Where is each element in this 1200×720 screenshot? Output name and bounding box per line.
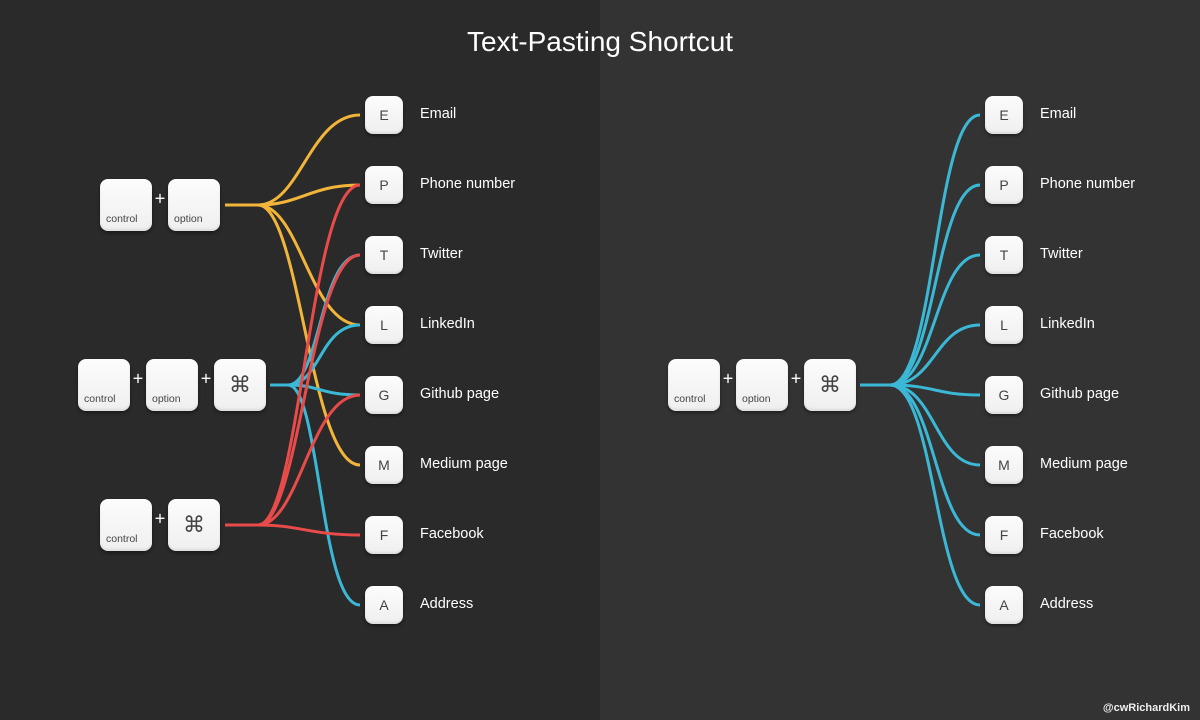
key-cmd: ⌘ bbox=[804, 359, 856, 411]
letter: E bbox=[999, 107, 1008, 123]
key-control: control bbox=[100, 179, 152, 231]
key-control: control bbox=[100, 499, 152, 551]
target-label-phone: Phone number bbox=[1040, 176, 1135, 192]
credit-handle: @cwRichardKim bbox=[1103, 702, 1190, 714]
target-label-medium: Medium page bbox=[420, 456, 508, 472]
key-letter-g: G bbox=[365, 376, 403, 414]
target-label-twitter: Twitter bbox=[1040, 246, 1083, 262]
target-label-twitter: Twitter bbox=[420, 246, 463, 262]
target-label-address: Address bbox=[420, 596, 473, 612]
key-letter-l: L bbox=[985, 306, 1023, 344]
key-letter-l: L bbox=[365, 306, 403, 344]
key-option: option bbox=[736, 359, 788, 411]
key-label: control bbox=[106, 213, 138, 225]
letter: A bbox=[379, 597, 388, 613]
key-letter-m: M bbox=[985, 446, 1023, 484]
cmd-icon: ⌘ bbox=[183, 512, 205, 538]
target-label-phone: Phone number bbox=[420, 176, 515, 192]
target-label-github: Github page bbox=[1040, 386, 1119, 402]
target-label-email: Email bbox=[420, 106, 456, 122]
key-letter-g: G bbox=[985, 376, 1023, 414]
plus-icon: + bbox=[155, 189, 166, 210]
plus-icon: + bbox=[201, 369, 212, 390]
plus-icon: + bbox=[723, 369, 734, 390]
target-label-facebook: Facebook bbox=[1040, 526, 1104, 542]
key-option: option bbox=[146, 359, 198, 411]
target-label-linkedin: LinkedIn bbox=[1040, 316, 1095, 332]
letter: A bbox=[999, 597, 1008, 613]
key-letter-p: P bbox=[365, 166, 403, 204]
letter: F bbox=[380, 527, 389, 543]
key-control: control bbox=[78, 359, 130, 411]
key-letter-f: F bbox=[985, 516, 1023, 554]
key-letter-t: T bbox=[985, 236, 1023, 274]
key-letter-e: E bbox=[985, 96, 1023, 134]
target-label-linkedin: LinkedIn bbox=[420, 316, 475, 332]
target-label-address: Address bbox=[1040, 596, 1093, 612]
letter: G bbox=[379, 387, 390, 403]
letter: G bbox=[999, 387, 1010, 403]
key-label: option bbox=[174, 213, 203, 225]
key-label: option bbox=[152, 393, 181, 405]
key-letter-f: F bbox=[365, 516, 403, 554]
key-letter-p: P bbox=[985, 166, 1023, 204]
target-label-medium: Medium page bbox=[1040, 456, 1128, 472]
letter: P bbox=[999, 177, 1008, 193]
key-label: control bbox=[84, 393, 116, 405]
letter: F bbox=[1000, 527, 1009, 543]
key-label: control bbox=[106, 533, 138, 545]
plus-icon: + bbox=[133, 369, 144, 390]
key-cmd: ⌘ bbox=[214, 359, 266, 411]
letter: M bbox=[998, 457, 1010, 473]
letter: E bbox=[379, 107, 388, 123]
target-label-github: Github page bbox=[420, 386, 499, 402]
key-letter-a: A bbox=[985, 586, 1023, 624]
key-letter-m: M bbox=[365, 446, 403, 484]
letter: L bbox=[1000, 317, 1008, 333]
page-title: Text-Pasting Shortcut bbox=[0, 26, 1200, 58]
target-label-facebook: Facebook bbox=[420, 526, 484, 542]
letter: T bbox=[1000, 247, 1009, 263]
letter: T bbox=[380, 247, 389, 263]
key-control: control bbox=[668, 359, 720, 411]
cmd-icon: ⌘ bbox=[229, 372, 251, 398]
cmd-icon: ⌘ bbox=[819, 372, 841, 398]
key-label: control bbox=[674, 393, 706, 405]
key-label: option bbox=[742, 393, 771, 405]
letter: M bbox=[378, 457, 390, 473]
letter: P bbox=[379, 177, 388, 193]
letter: L bbox=[380, 317, 388, 333]
key-cmd: ⌘ bbox=[168, 499, 220, 551]
key-option: option bbox=[168, 179, 220, 231]
key-letter-t: T bbox=[365, 236, 403, 274]
key-letter-a: A bbox=[365, 586, 403, 624]
plus-icon: + bbox=[155, 509, 166, 530]
target-label-email: Email bbox=[1040, 106, 1076, 122]
plus-icon: + bbox=[791, 369, 802, 390]
key-letter-e: E bbox=[365, 96, 403, 134]
